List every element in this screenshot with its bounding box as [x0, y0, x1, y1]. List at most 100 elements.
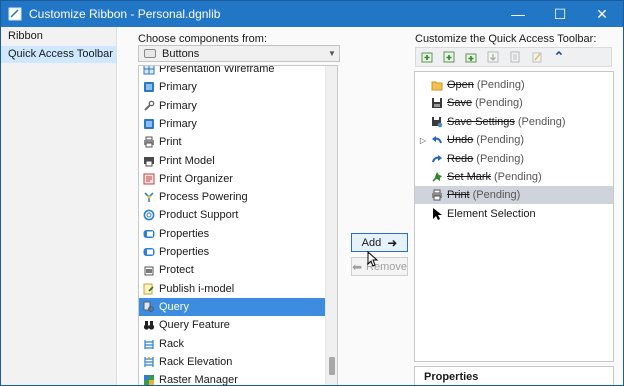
pending-status: (Pending) [476, 152, 524, 165]
binoculars-icon [143, 319, 155, 331]
set-mark-icon [431, 171, 443, 183]
buttons-icon [144, 49, 156, 58]
primary-blue-icon [143, 81, 155, 93]
component-item[interactable]: Print Model [139, 152, 325, 170]
component-item[interactable]: Primary [139, 115, 325, 133]
component-item[interactable]: Properties [139, 243, 325, 261]
component-item[interactable]: Print [139, 133, 325, 151]
close-button[interactable]: ✕ [581, 1, 623, 27]
edit-icon[interactable] [526, 48, 548, 66]
save-settings-icon [431, 116, 443, 128]
add-button[interactable]: Add ➜ [351, 233, 408, 252]
components-list[interactable]: Raster Manager Rack Elevation Rack Query Fe… [138, 65, 338, 385]
qat-item[interactable]: Print (Pending) [415, 186, 613, 205]
component-item-label: Primary [159, 117, 197, 130]
qat-item-label: Redo [447, 152, 474, 165]
choose-components-label: Choose components from: [138, 33, 268, 45]
component-item[interactable]: Presentation Wireframe [139, 65, 325, 78]
component-item-label: Print Model [159, 154, 215, 167]
minimize-button[interactable]: — [497, 1, 539, 27]
scrollbar-thumb[interactable] [329, 357, 335, 375]
add-separator-icon[interactable] [460, 48, 482, 66]
pending-status: (Pending) [475, 97, 523, 110]
move-item-icon[interactable] [504, 48, 526, 66]
nav-pane: Ribbon Quick Access Toolbar [1, 27, 117, 385]
print-model-icon [143, 155, 155, 167]
qat-item[interactable]: Element Selection [415, 205, 613, 223]
components-scrollbar[interactable] [325, 66, 337, 385]
window-title: Customize Ribbon - Personal.dgnlib [29, 7, 221, 21]
component-item[interactable]: Rack [139, 335, 325, 353]
component-item-label: Properties [159, 246, 210, 258]
pending-status: (Pending) [517, 115, 566, 128]
component-item[interactable]: Protect [139, 261, 325, 279]
wrench-icon [143, 100, 155, 112]
move-down-icon[interactable] [482, 48, 504, 66]
component-item-label: Process Powering [159, 191, 248, 204]
properties-title: Properties [424, 371, 479, 383]
expand-icon[interactable]: ▷ [415, 136, 431, 145]
component-item[interactable]: Process Powering [139, 188, 325, 206]
component-item[interactable]: Query Feature [139, 316, 325, 334]
pending-status: (Pending) [494, 171, 542, 183]
component-item-label: Primary [159, 99, 197, 112]
undo-icon [431, 134, 443, 146]
customize-ribbon-window: Customize Ribbon - Personal.dgnlib — ☐ ✕… [0, 0, 624, 386]
component-item[interactable]: Primary [139, 97, 325, 115]
component-item-label: Properties [159, 227, 210, 240]
arrow-left-icon: ⬅ [351, 259, 363, 274]
maximize-button[interactable]: ☐ [539, 1, 581, 27]
component-item[interactable]: Rack Elevation [139, 353, 325, 371]
qat-item-label: Save [447, 97, 473, 110]
add-item-icon[interactable] [416, 48, 438, 66]
component-item-label: Product Support [159, 209, 239, 222]
arrow-right-icon: ➜ [387, 235, 398, 250]
qat-item-label: Save Settings [447, 115, 515, 128]
printer-icon [143, 136, 155, 148]
component-item-label: Print Organizer [159, 172, 233, 185]
qat-item[interactable]: Redo (Pending) [415, 150, 613, 168]
title-bar: Customize Ribbon - Personal.dgnlib — ☐ ✕ [1, 1, 623, 27]
pending-status: (Pending) [476, 79, 525, 91]
process-powering-icon [143, 191, 155, 203]
qat-list[interactable]: Open (Pending) Save (Pending) Save Settings(… [414, 71, 614, 362]
dropdown-value: Buttons [162, 47, 200, 60]
raster-manager-icon [143, 374, 155, 385]
qat-item[interactable]: ▷ Undo (Pending) [415, 131, 613, 149]
wireframe-icon [143, 66, 155, 75]
qat-item-label: Element Selection [447, 207, 536, 220]
remove-button[interactable]: ⬅ Remove [351, 257, 408, 276]
nav-item-ribbon[interactable]: Ribbon [1, 28, 116, 45]
component-item[interactable]: Raster Manager [139, 371, 325, 385]
properties-panel: Properties [414, 366, 614, 385]
collapse-up-icon[interactable]: ⌃ [548, 48, 570, 66]
component-item[interactable]: Primary [139, 78, 325, 96]
component-item-label: Presentation Wireframe [159, 65, 275, 75]
component-item[interactable]: Properties [139, 225, 325, 243]
rack-icon [143, 338, 155, 350]
component-item[interactable]: Product Support [139, 206, 325, 224]
customize-qat-label: Customize the Quick Access Toolbar: [415, 33, 597, 45]
query-icon [143, 301, 155, 313]
qat-item[interactable]: Save (Pending) [415, 94, 613, 112]
component-item-label: Publish i-model [159, 282, 235, 295]
publish-imodel-icon [143, 283, 155, 295]
components-dropdown[interactable]: Buttons ▼ [138, 45, 340, 62]
lifebuoy-icon [143, 209, 155, 221]
qat-item-label: Print [447, 189, 470, 202]
component-item-label: Rack Elevation [159, 355, 233, 368]
chevron-down-icon[interactable]: ▼ [325, 49, 339, 58]
qat-item[interactable]: Set Mark (Pending) [415, 168, 613, 186]
content-pane: Choose components from: Buttons ▼ Raster… [118, 27, 623, 385]
component-item[interactable]: Publish i-model [139, 280, 325, 298]
component-item-label: Print [159, 136, 182, 149]
qat-item[interactable]: Open (Pending) [415, 76, 613, 94]
nav-item-quick-access-toolbar[interactable]: Quick Access Toolbar [1, 46, 116, 63]
component-item[interactable]: Query [139, 297, 325, 316]
save-icon [431, 97, 443, 109]
protect-icon [143, 264, 155, 276]
add-group-icon[interactable] [438, 48, 460, 66]
qat-item[interactable]: Save Settings (Pending) [415, 113, 613, 131]
printer-icon [431, 189, 443, 201]
component-item[interactable]: Print Organizer [139, 170, 325, 188]
